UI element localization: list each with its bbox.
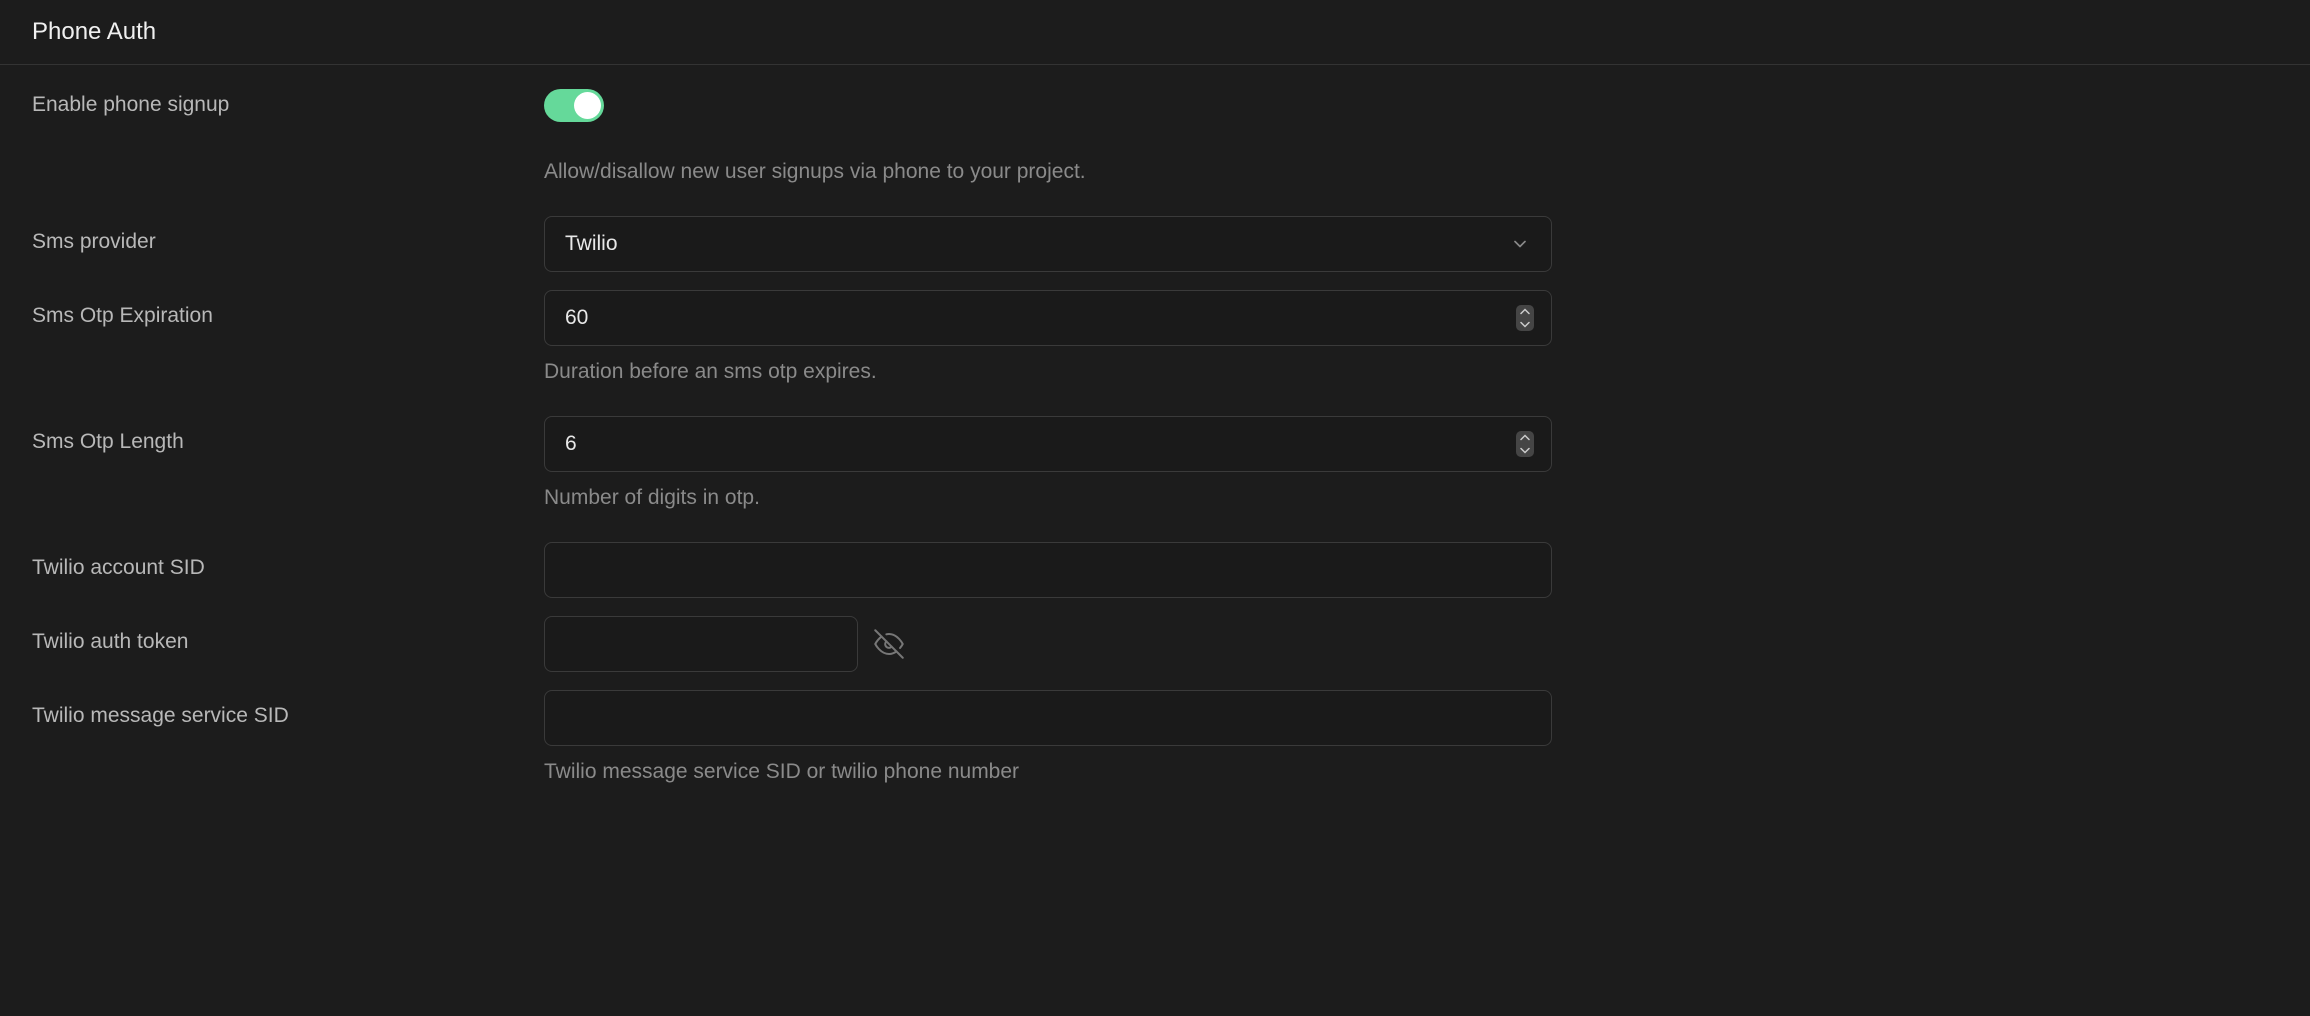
sms-provider-label: Sms provider xyxy=(32,216,544,254)
twilio-message-sid-label: Twilio message service SID xyxy=(32,690,544,728)
sms-provider-row: Sms provider Twilio xyxy=(32,216,2278,272)
twilio-auth-token-control xyxy=(544,616,1552,672)
twilio-auth-token-label: Twilio auth token xyxy=(32,616,544,654)
eye-off-icon[interactable] xyxy=(874,629,904,659)
sms-provider-select[interactable]: Twilio xyxy=(544,216,1552,272)
otp-length-control: Number of digits in otp. xyxy=(544,416,1552,510)
toggle-knob xyxy=(574,92,601,119)
form-content: Enable phone signup Allow/disallow new u… xyxy=(0,65,2310,840)
otp-length-stepper xyxy=(1516,431,1534,457)
otp-expiration-wrapper xyxy=(544,290,1552,346)
otp-expiration-label: Sms Otp Expiration xyxy=(32,290,544,328)
otp-expiration-row: Sms Otp Expiration Duration before an sm… xyxy=(32,290,2278,384)
sms-provider-control: Twilio xyxy=(544,216,1552,272)
twilio-account-sid-control xyxy=(544,542,1552,598)
stepper-up-icon[interactable] xyxy=(1516,431,1534,444)
otp-length-wrapper xyxy=(544,416,1552,472)
otp-expiration-stepper xyxy=(1516,305,1534,331)
stepper-down-icon[interactable] xyxy=(1516,318,1534,331)
otp-length-row: Sms Otp Length Number of digits in otp. xyxy=(32,416,2278,510)
twilio-message-sid-control: Twilio message service SID or twilio pho… xyxy=(544,690,1552,784)
twilio-auth-token-input[interactable] xyxy=(544,616,858,672)
otp-length-label: Sms Otp Length xyxy=(32,416,544,454)
twilio-account-sid-label: Twilio account SID xyxy=(32,542,544,580)
stepper-up-icon[interactable] xyxy=(1516,305,1534,318)
twilio-auth-token-wrapper xyxy=(544,616,1552,672)
twilio-account-sid-row: Twilio account SID xyxy=(32,542,2278,598)
otp-length-help: Number of digits in otp. xyxy=(544,486,1552,510)
section-header: Phone Auth xyxy=(0,0,2310,65)
twilio-account-sid-input[interactable] xyxy=(544,542,1552,598)
page-title: Phone Auth xyxy=(32,18,2278,46)
otp-length-input[interactable] xyxy=(544,416,1552,472)
otp-expiration-input[interactable] xyxy=(544,290,1552,346)
enable-signup-label: Enable phone signup xyxy=(32,89,544,117)
sms-provider-select-wrapper: Twilio xyxy=(544,216,1552,272)
stepper-down-icon[interactable] xyxy=(1516,444,1534,457)
twilio-auth-token-row: Twilio auth token xyxy=(32,616,2278,672)
twilio-message-sid-row: Twilio message service SID Twilio messag… xyxy=(32,690,2278,784)
enable-signup-toggle[interactable] xyxy=(544,89,604,122)
otp-expiration-control: Duration before an sms otp expires. xyxy=(544,290,1552,384)
enable-signup-control: Allow/disallow new user signups via phon… xyxy=(544,89,1552,184)
twilio-message-sid-input[interactable] xyxy=(544,690,1552,746)
enable-signup-help: Allow/disallow new user signups via phon… xyxy=(544,160,1552,184)
enable-signup-row: Enable phone signup Allow/disallow new u… xyxy=(32,89,2278,184)
twilio-message-sid-help: Twilio message service SID or twilio pho… xyxy=(544,760,1552,784)
otp-expiration-help: Duration before an sms otp expires. xyxy=(544,360,1552,384)
